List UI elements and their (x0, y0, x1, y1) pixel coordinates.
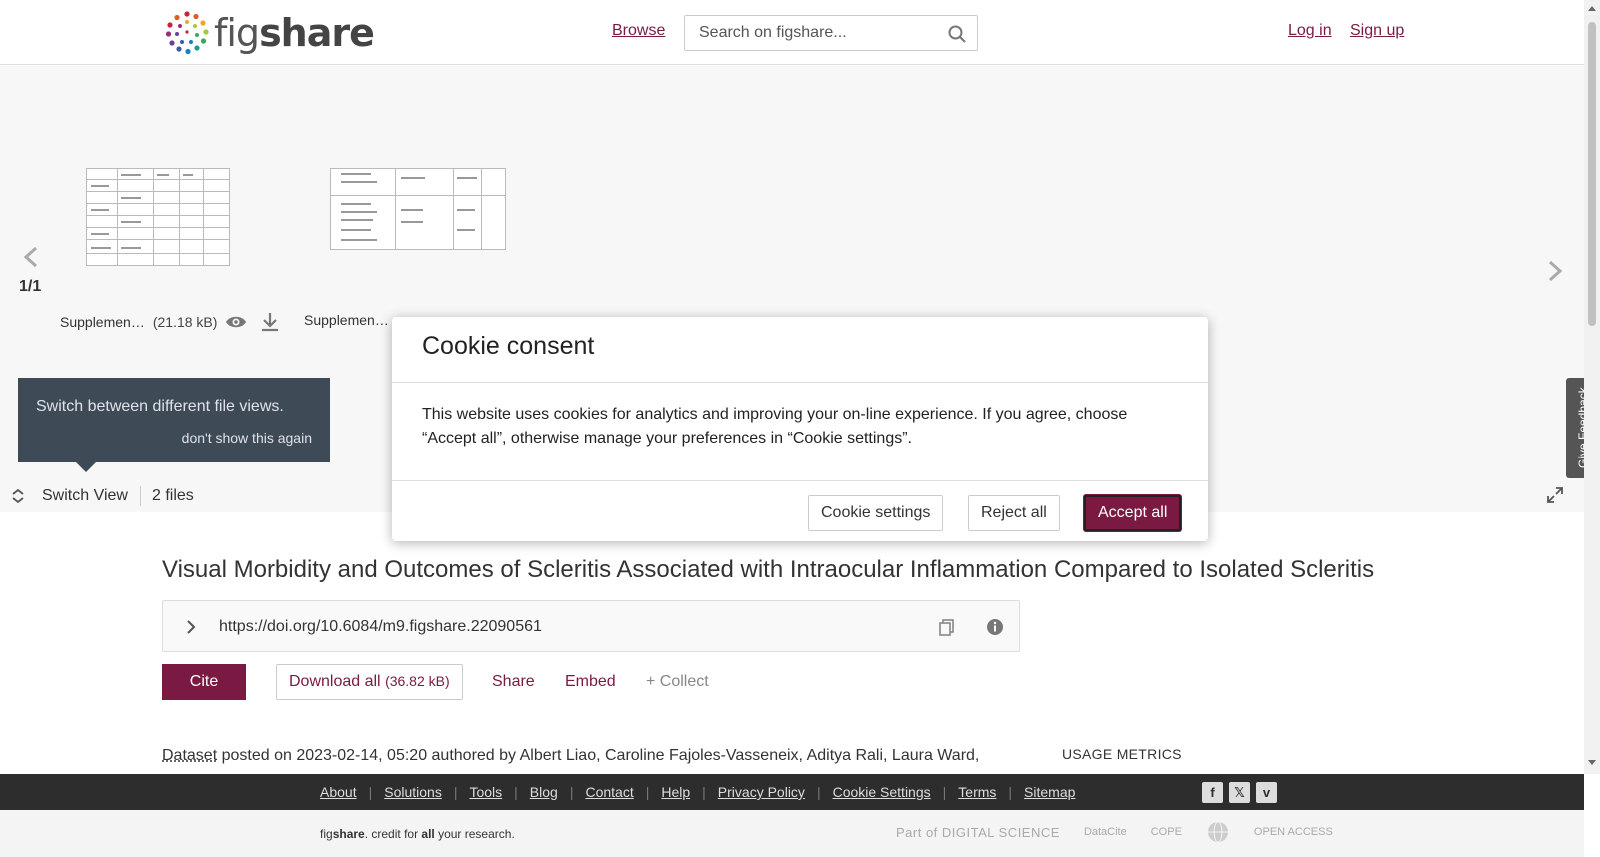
footer-link-contact[interactable]: Contact (585, 784, 633, 800)
footer-link-cookie-settings[interactable]: Cookie Settings (833, 784, 931, 800)
vimeo-icon[interactable]: v (1256, 782, 1277, 803)
cookie-consent-dialog: Cookie consent This website uses cookies… (392, 317, 1208, 541)
footer-link-sitemap[interactable]: Sitemap (1024, 784, 1075, 800)
separator: | (942, 784, 947, 800)
footer-link-privacy-policy[interactable]: Privacy Policy (718, 784, 805, 800)
tagline-fig: fig (320, 827, 333, 841)
tagline-text: . credit for (364, 827, 422, 841)
open-access-logo[interactable]: OPEN ACCESS (1254, 820, 1333, 844)
separator: | (514, 784, 518, 800)
footer-links: About | Solutions | Tools | Blog | Contact | … (320, 784, 1075, 800)
dialog-footer: Cookie settings Reject all Accept all (392, 480, 1208, 541)
reject-all-button[interactable]: Reject all (968, 495, 1060, 531)
digital-science-logo[interactable]: Part of DIGITAL SCIENCE (896, 820, 1060, 844)
footer-tagline: figshare. credit for all your research. (320, 827, 515, 841)
separator: | (1008, 784, 1013, 800)
footer-link-terms[interactable]: Terms (958, 784, 996, 800)
separator: | (645, 784, 650, 800)
facebook-icon[interactable]: f (1202, 782, 1223, 803)
separator: | (816, 784, 821, 800)
accept-all-button[interactable]: Accept all (1084, 495, 1182, 531)
globe-icon[interactable] (1206, 820, 1230, 844)
cope-logo[interactable]: COPE (1151, 820, 1182, 844)
dialog-body: This website uses cookies for analytics … (422, 406, 1128, 447)
footer-nav: About | Solutions | Tools | Blog | Contact | … (0, 774, 1584, 810)
footer-link-tools[interactable]: Tools (469, 784, 502, 800)
footer-link-about[interactable]: About (320, 784, 357, 800)
footer-link-solutions[interactable]: Solutions (384, 784, 442, 800)
scrollbar-thumb[interactable] (1588, 22, 1596, 326)
scroll-up-arrow-icon[interactable] (1588, 6, 1596, 11)
tagline-all: all (421, 827, 435, 841)
cookie-settings-button[interactable]: Cookie settings (808, 495, 944, 531)
page-scrollbar[interactable] (1584, 0, 1600, 774)
dialog-header: Cookie consent (392, 317, 1208, 383)
tagline-text: your research. (434, 827, 515, 841)
separator: | (569, 784, 574, 800)
separator: | (453, 784, 458, 800)
footer-link-help[interactable]: Help (661, 784, 690, 800)
x-twitter-icon[interactable]: 𝕏 (1229, 782, 1250, 803)
partner-logos: Part of DIGITAL SCIENCE DataCite COPE OP… (896, 820, 1333, 844)
tagline-share: share (332, 827, 365, 841)
dialog-title: Cookie consent (422, 332, 595, 360)
social-links: f 𝕏 v (1202, 782, 1277, 803)
footer-bottom: figshare. credit for all your research. … (0, 810, 1584, 857)
footer-link-blog[interactable]: Blog (530, 784, 558, 800)
separator: | (702, 784, 706, 800)
datacite-logo[interactable]: DataCite (1084, 820, 1127, 844)
separator: | (368, 784, 373, 800)
scroll-down-arrow-icon[interactable] (1588, 760, 1596, 765)
